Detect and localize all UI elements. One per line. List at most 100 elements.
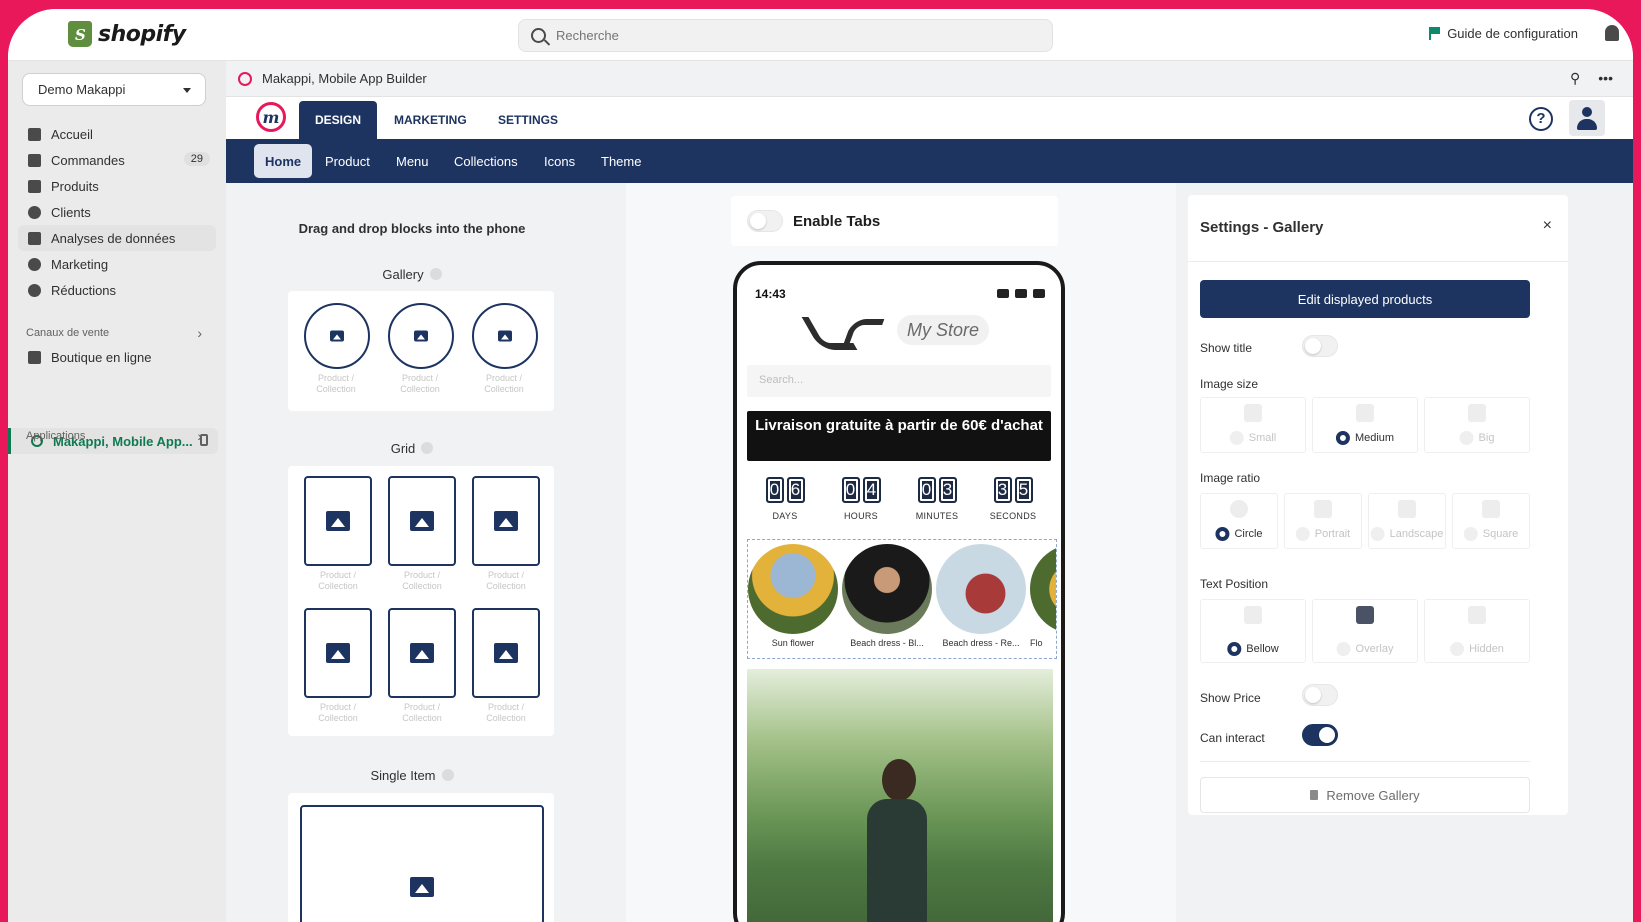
radio-button[interactable] (1463, 527, 1478, 541)
grid-block[interactable]: Product / Collection Product / Collection … (288, 466, 554, 736)
user-icon[interactable] (1569, 100, 1605, 136)
gallery-item[interactable]: Beach dress - Bl... (842, 544, 932, 648)
radio-button[interactable] (1370, 527, 1385, 541)
can-interact-toggle[interactable] (1302, 724, 1338, 746)
divider (1200, 761, 1530, 762)
promo-banner[interactable]: Livraison gratuite à partir de 60€ d'ach… (747, 411, 1051, 461)
single-item-block-label-text: Single Item (370, 768, 436, 783)
chart-icon (28, 231, 41, 245)
radio-button[interactable] (1295, 527, 1310, 541)
gallery-item-image (748, 544, 838, 634)
slot-caption-line2: Collection (486, 581, 526, 591)
countdown-digit: 3 (993, 477, 1012, 503)
size-option-small[interactable]: Small (1200, 397, 1306, 453)
size-option-medium[interactable]: Medium (1312, 397, 1418, 453)
position-option-bellow[interactable]: Bellow (1200, 599, 1306, 663)
gallery-item[interactable]: Beach dress - Re... (936, 544, 1026, 648)
size-radio-medium: Medium (1335, 431, 1394, 445)
slot-caption: Product / Collection (296, 373, 376, 395)
ratio-option-circle[interactable]: Circle (1200, 493, 1278, 549)
sales-channels-header[interactable]: Canaux de vente › (26, 325, 204, 341)
phone-gallery-block[interactable]: Sun flower Beach dress - Bl... Beach dre… (747, 539, 1057, 659)
sidebar-item-label: Clients (51, 204, 91, 220)
ratio-option-landscape[interactable]: Landscape (1368, 493, 1446, 549)
remove-gallery-label: Remove Gallery (1326, 787, 1420, 803)
subtab-collections[interactable]: Collections (443, 144, 529, 178)
sidebar-item-commandes[interactable]: Commandes 29 (18, 147, 216, 173)
big-grid-icon (1468, 404, 1486, 422)
show-price-toggle[interactable] (1302, 684, 1338, 706)
sidebar-item-accueil[interactable]: Accueil (18, 121, 216, 147)
hero-image[interactable] (747, 669, 1053, 922)
enable-tabs-toggle[interactable] (747, 210, 783, 232)
info-icon[interactable] (421, 442, 434, 454)
show-title-toggle[interactable] (1302, 335, 1338, 357)
tab-marketing[interactable]: MARKETING (378, 101, 483, 139)
position-option-hidden[interactable]: Hidden (1424, 599, 1530, 663)
subtab-home[interactable]: Home (254, 144, 313, 178)
bell-icon[interactable] (1605, 25, 1619, 41)
makappi-logo-icon (238, 71, 252, 86)
app-header: Makappi, Mobile App Builder ⚲ ••• (226, 61, 1633, 97)
radio-button[interactable] (1450, 642, 1465, 656)
info-icon[interactable] (429, 268, 442, 280)
sidebar-item-online-store[interactable]: Boutique en ligne (18, 344, 216, 370)
gallery-item-image (1030, 544, 1056, 634)
radio-button-selected[interactable] (1215, 527, 1230, 541)
sidebar-item-label: Accueil (51, 126, 93, 142)
help-icon[interactable]: ? (1529, 107, 1553, 131)
position-option-label: Bellow (1246, 643, 1279, 655)
phone-search-bar[interactable]: Search... (747, 365, 1051, 397)
sidebar-item-clients[interactable]: Clients (18, 199, 216, 225)
subtab-theme[interactable]: Theme (590, 144, 652, 178)
text-overlay-icon (1356, 606, 1374, 624)
position-radio-bellow: Bellow (1227, 642, 1279, 656)
radio-button[interactable] (1459, 431, 1474, 445)
slot-caption: Product / Collection (466, 570, 546, 592)
slot-caption-line2: Collection (318, 581, 358, 591)
show-price-label: Show Price (1200, 691, 1261, 705)
search-input[interactable] (556, 28, 1036, 43)
slot-caption-line2: Collection (486, 713, 526, 723)
subtab-icons[interactable]: Icons (533, 144, 586, 178)
gallery-item[interactable]: Flo (1030, 544, 1056, 648)
info-icon[interactable] (441, 769, 454, 781)
setup-guide-link[interactable]: Guide de configuration (1429, 26, 1578, 41)
slot-caption-line1: Product / (401, 373, 439, 383)
gallery-block[interactable]: Product / Collection Product / Collection … (288, 291, 554, 411)
ratio-option-square[interactable]: Square (1452, 493, 1530, 549)
sidebar-item-produits[interactable]: Produits (18, 173, 216, 199)
gallery-item[interactable]: Sun flower (748, 544, 838, 648)
pin-icon[interactable]: ⚲ (1570, 70, 1580, 87)
app-frame: shopify Guide de configuration Demo Maka… (8, 9, 1633, 922)
text-hidden-icon (1468, 606, 1486, 624)
sidebar-item-reductions[interactable]: Réductions (18, 277, 216, 303)
gallery-item-name: Beach dress - Bl... (850, 638, 924, 648)
subtab-menu[interactable]: Menu (385, 144, 440, 178)
single-item-block[interactable] (288, 793, 554, 922)
size-option-big[interactable]: Big (1424, 397, 1530, 453)
edit-displayed-products-button[interactable]: Edit displayed products (1200, 280, 1530, 318)
radio-button[interactable] (1336, 642, 1351, 656)
search-bar[interactable] (518, 19, 1053, 52)
radio-button-selected[interactable] (1227, 642, 1242, 656)
radio-button[interactable] (1229, 431, 1244, 445)
sidebar-item-label: Commandes (51, 152, 125, 168)
sidebar-item-analyses[interactable]: Analyses de données (18, 225, 216, 251)
tab-settings[interactable]: SETTINGS (482, 101, 574, 139)
position-option-overlay[interactable]: Overlay (1312, 599, 1418, 663)
shopify-logo[interactable]: shopify (68, 21, 186, 47)
sidebar-item-label: Analyses de données (51, 230, 176, 246)
radio-button-selected[interactable] (1335, 431, 1350, 445)
applications-header[interactable]: Applications › (26, 428, 204, 444)
trash-icon (1310, 790, 1319, 800)
store-selector[interactable]: Demo Makappi (22, 73, 206, 106)
more-icon[interactable]: ••• (1598, 70, 1613, 87)
tab-design[interactable]: DESIGN (299, 101, 378, 139)
close-icon[interactable]: × (1543, 217, 1552, 235)
subtab-product[interactable]: Product (314, 144, 381, 178)
remove-gallery-button[interactable]: Remove Gallery (1200, 777, 1530, 813)
ratio-option-portrait[interactable]: Portrait (1284, 493, 1362, 549)
gallery-block-label: Gallery (226, 267, 598, 282)
sidebar-item-marketing[interactable]: Marketing (18, 251, 216, 277)
